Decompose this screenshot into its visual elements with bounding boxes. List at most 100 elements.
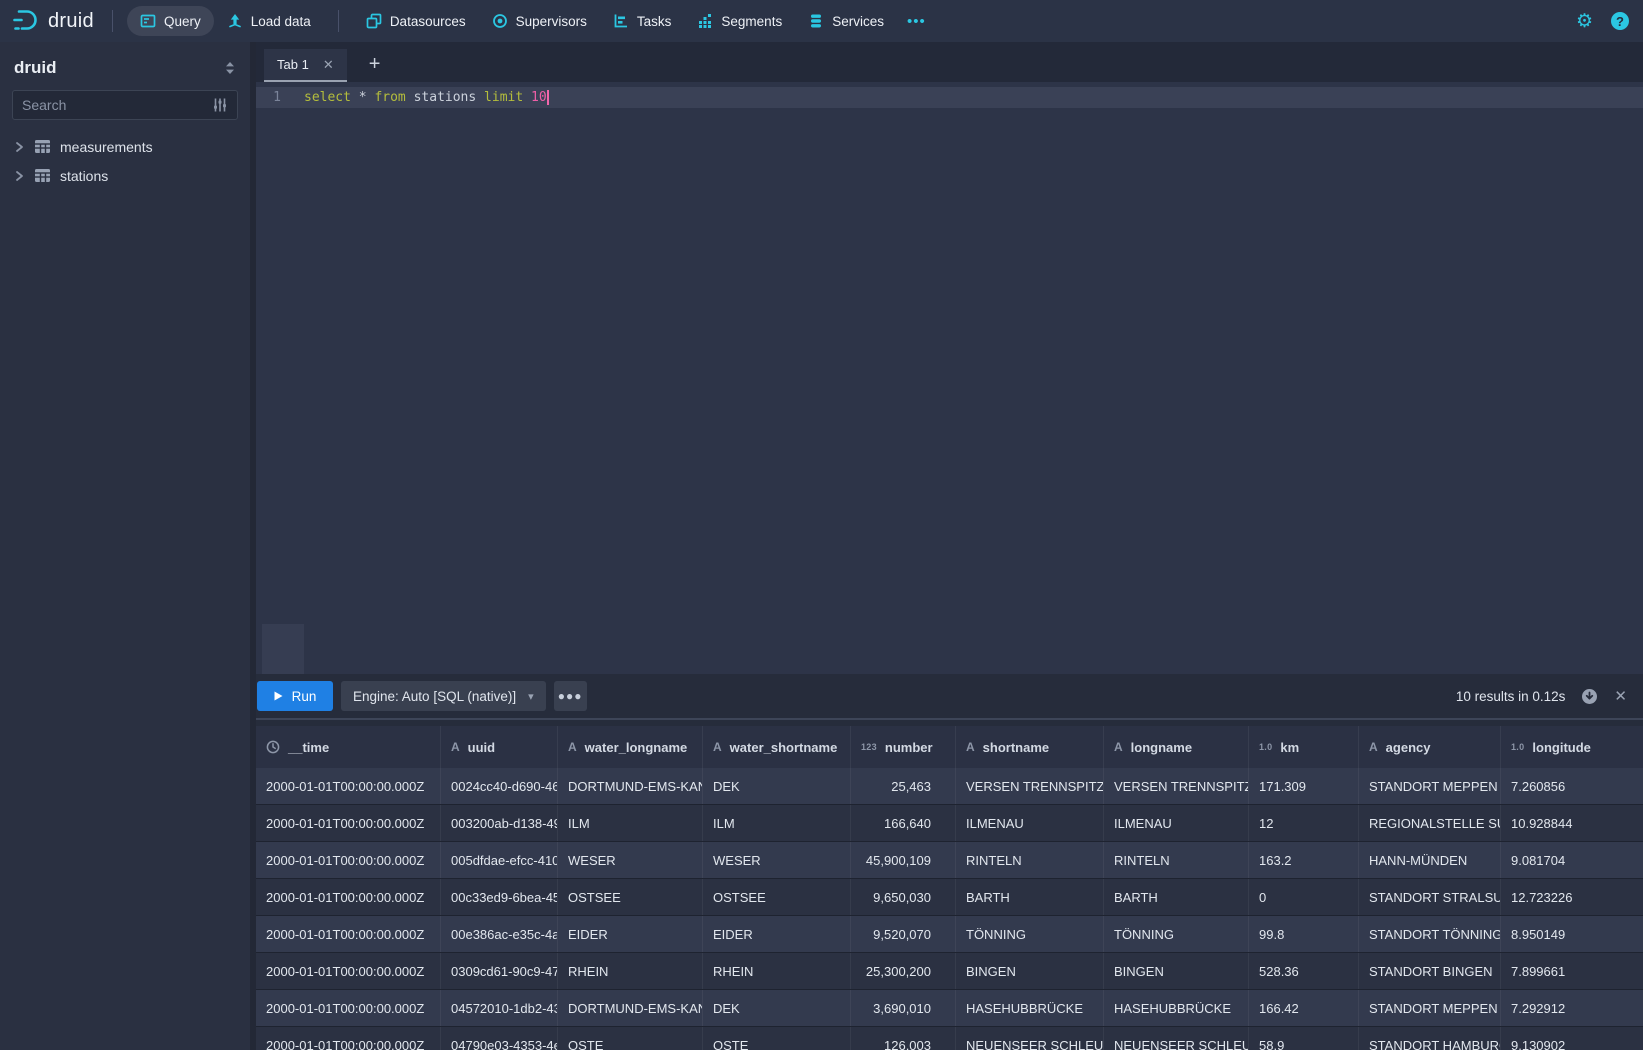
add-tab-button[interactable]: + [361, 53, 389, 82]
table-cell[interactable]: BARTH [956, 879, 1104, 915]
table-cell[interactable]: OSTE [558, 1027, 703, 1050]
table-cell[interactable]: DEK [703, 990, 851, 1026]
schema-selector[interactable]: druid [14, 58, 57, 78]
table-cell[interactable]: OSTSEE [703, 879, 851, 915]
header-cell-uuid[interactable]: Auuid [441, 726, 558, 768]
engine-select[interactable]: Engine: Auto [SQL (native)] ▾ [341, 681, 546, 711]
table-cell[interactable]: 2000-01-01T00:00:00.000Z [256, 953, 441, 989]
table-cell[interactable]: RHEIN [558, 953, 703, 989]
table-cell[interactable]: VERSEN TRENNSPITZE [956, 768, 1104, 804]
table-cell[interactable]: RHEIN [703, 953, 851, 989]
table-cell[interactable]: 04790e03-4353-4e80-be [441, 1027, 558, 1050]
table-cell[interactable]: 04572010-1db2-4338-85 [441, 990, 558, 1026]
tree-item-measurements[interactable]: measurements [0, 132, 250, 161]
tree-item-stations[interactable]: stations [0, 161, 250, 190]
settings-gear-icon[interactable]: ⚙ [1576, 12, 1593, 31]
table-cell[interactable]: OSTSEE [558, 879, 703, 915]
nav-item-datasources[interactable]: Datasources [353, 6, 479, 36]
table-cell[interactable]: 3,690,010 [851, 990, 956, 1026]
header-cell-km[interactable]: 1.0km [1249, 726, 1359, 768]
table-cell[interactable]: STANDORT BINGEN [1359, 953, 1501, 989]
header-cell-water_shortname[interactable]: Awater_shortname [703, 726, 851, 768]
table-cell[interactable]: 2000-01-01T00:00:00.000Z [256, 1027, 441, 1050]
table-cell[interactable]: STANDORT TÖNNING [1359, 916, 1501, 952]
table-cell[interactable]: 171.309 [1249, 768, 1359, 804]
table-cell[interactable]: HASEHUBBRÜCKE [1104, 990, 1249, 1026]
chevron-right-icon[interactable] [13, 141, 25, 153]
header-cell-__time[interactable]: __time [256, 726, 441, 768]
header-cell-agency[interactable]: Aagency [1359, 726, 1501, 768]
table-cell[interactable]: STANDORT MEPPEN [1359, 768, 1501, 804]
table-cell[interactable]: EIDER [558, 916, 703, 952]
table-cell[interactable]: 58.9 [1249, 1027, 1359, 1050]
table-cell[interactable]: 12 [1249, 805, 1359, 841]
filter-sliders-icon[interactable] [212, 97, 228, 113]
table-cell[interactable]: 0309cd61-90c9-470e-99 [441, 953, 558, 989]
header-cell-shortname[interactable]: Ashortname [956, 726, 1104, 768]
table-cell[interactable]: 00e386ac-e35c-4a6e-80 [441, 916, 558, 952]
table-cell[interactable]: DEK [703, 768, 851, 804]
run-button[interactable]: Run [257, 681, 333, 711]
table-cell[interactable]: 2000-01-01T00:00:00.000Z [256, 842, 441, 878]
nav-item-services[interactable]: Services [795, 6, 897, 36]
table-cell[interactable]: 25,463 [851, 768, 956, 804]
table-cell[interactable]: DORTMUND-EMS-KANAL [558, 990, 703, 1026]
help-icon[interactable]: ? [1611, 12, 1629, 30]
table-cell[interactable]: BARTH [1104, 879, 1249, 915]
table-cell[interactable]: VERSEN TRENNSPITZE [1104, 768, 1249, 804]
table-cell[interactable]: 2000-01-01T00:00:00.000Z [256, 879, 441, 915]
table-cell[interactable]: 166.42 [1249, 990, 1359, 1026]
nav-item-segments[interactable]: Segments [684, 6, 795, 36]
table-cell[interactable]: 0024cc40-d690-468d-84 [441, 768, 558, 804]
table-cell[interactable]: 2000-01-01T00:00:00.000Z [256, 768, 441, 804]
table-cell[interactable]: DORTMUND-EMS-KANAL [558, 768, 703, 804]
table-cell[interactable]: 12.723226 [1501, 879, 1643, 915]
table-cell[interactable]: 25,300,200 [851, 953, 956, 989]
double-caret-icon[interactable] [224, 61, 236, 75]
table-cell[interactable]: 166,640 [851, 805, 956, 841]
nav-item-supervisors[interactable]: Supervisors [479, 6, 600, 36]
table-cell[interactable]: 99.8 [1249, 916, 1359, 952]
table-cell[interactable]: RINTELN [1104, 842, 1249, 878]
header-cell-longitude[interactable]: 1.0longitude [1501, 726, 1643, 768]
header-cell-number[interactable]: 123number [851, 726, 956, 768]
table-cell[interactable]: ILM [703, 805, 851, 841]
table-cell[interactable]: 00c33ed9-6bea-45b4-87 [441, 879, 558, 915]
tab-close-icon[interactable]: ✕ [323, 57, 334, 73]
table-cell[interactable]: 9,650,030 [851, 879, 956, 915]
table-cell[interactable]: 2000-01-01T00:00:00.000Z [256, 805, 441, 841]
download-results-icon[interactable] [1581, 688, 1598, 705]
nav-item-query[interactable]: Query [127, 6, 214, 36]
table-cell[interactable]: 9.130902 [1501, 1027, 1643, 1050]
table-cell[interactable]: BINGEN [1104, 953, 1249, 989]
table-cell[interactable]: 9,520,070 [851, 916, 956, 952]
table-cell[interactable]: OSTE [703, 1027, 851, 1050]
table-cell[interactable]: ILMENAU [956, 805, 1104, 841]
table-cell[interactable]: 163.2 [1249, 842, 1359, 878]
table-cell[interactable]: 2000-01-01T00:00:00.000Z [256, 916, 441, 952]
druid-logo[interactable]: druid [12, 8, 98, 34]
table-cell[interactable]: STANDORT STRALSUND [1359, 879, 1501, 915]
table-cell[interactable]: WESER [558, 842, 703, 878]
table-cell[interactable]: NEUENSEER SCHLEUSEN [956, 1027, 1104, 1050]
table-cell[interactable]: BINGEN [956, 953, 1104, 989]
table-cell[interactable]: 7.260856 [1501, 768, 1643, 804]
table-cell[interactable]: 45,900,109 [851, 842, 956, 878]
table-cell[interactable]: REGIONALSTELLE SUHL [1359, 805, 1501, 841]
nav-more-button[interactable]: ••• [897, 6, 936, 37]
chevron-right-icon[interactable] [13, 170, 25, 182]
table-cell[interactable]: 10.928844 [1501, 805, 1643, 841]
table-cell[interactable]: 7.899661 [1501, 953, 1643, 989]
nav-item-load-data[interactable]: Load data [214, 6, 324, 36]
tab-query-1[interactable]: Tab 1 ✕ [264, 49, 347, 82]
table-cell[interactable]: 7.292912 [1501, 990, 1643, 1026]
editor-scrollbar-thumb[interactable] [262, 624, 304, 674]
table-cell[interactable]: HANN-MÜNDEN [1359, 842, 1501, 878]
table-cell[interactable]: 528.36 [1249, 953, 1359, 989]
table-cell[interactable]: STANDORT HAMBURG [1359, 1027, 1501, 1050]
table-cell[interactable]: STANDORT MEPPEN [1359, 990, 1501, 1026]
query-more-button[interactable]: ●●● [554, 681, 587, 711]
header-cell-longname[interactable]: Alongname [1104, 726, 1249, 768]
table-cell[interactable]: 9.081704 [1501, 842, 1643, 878]
table-cell[interactable]: 8.950149 [1501, 916, 1643, 952]
